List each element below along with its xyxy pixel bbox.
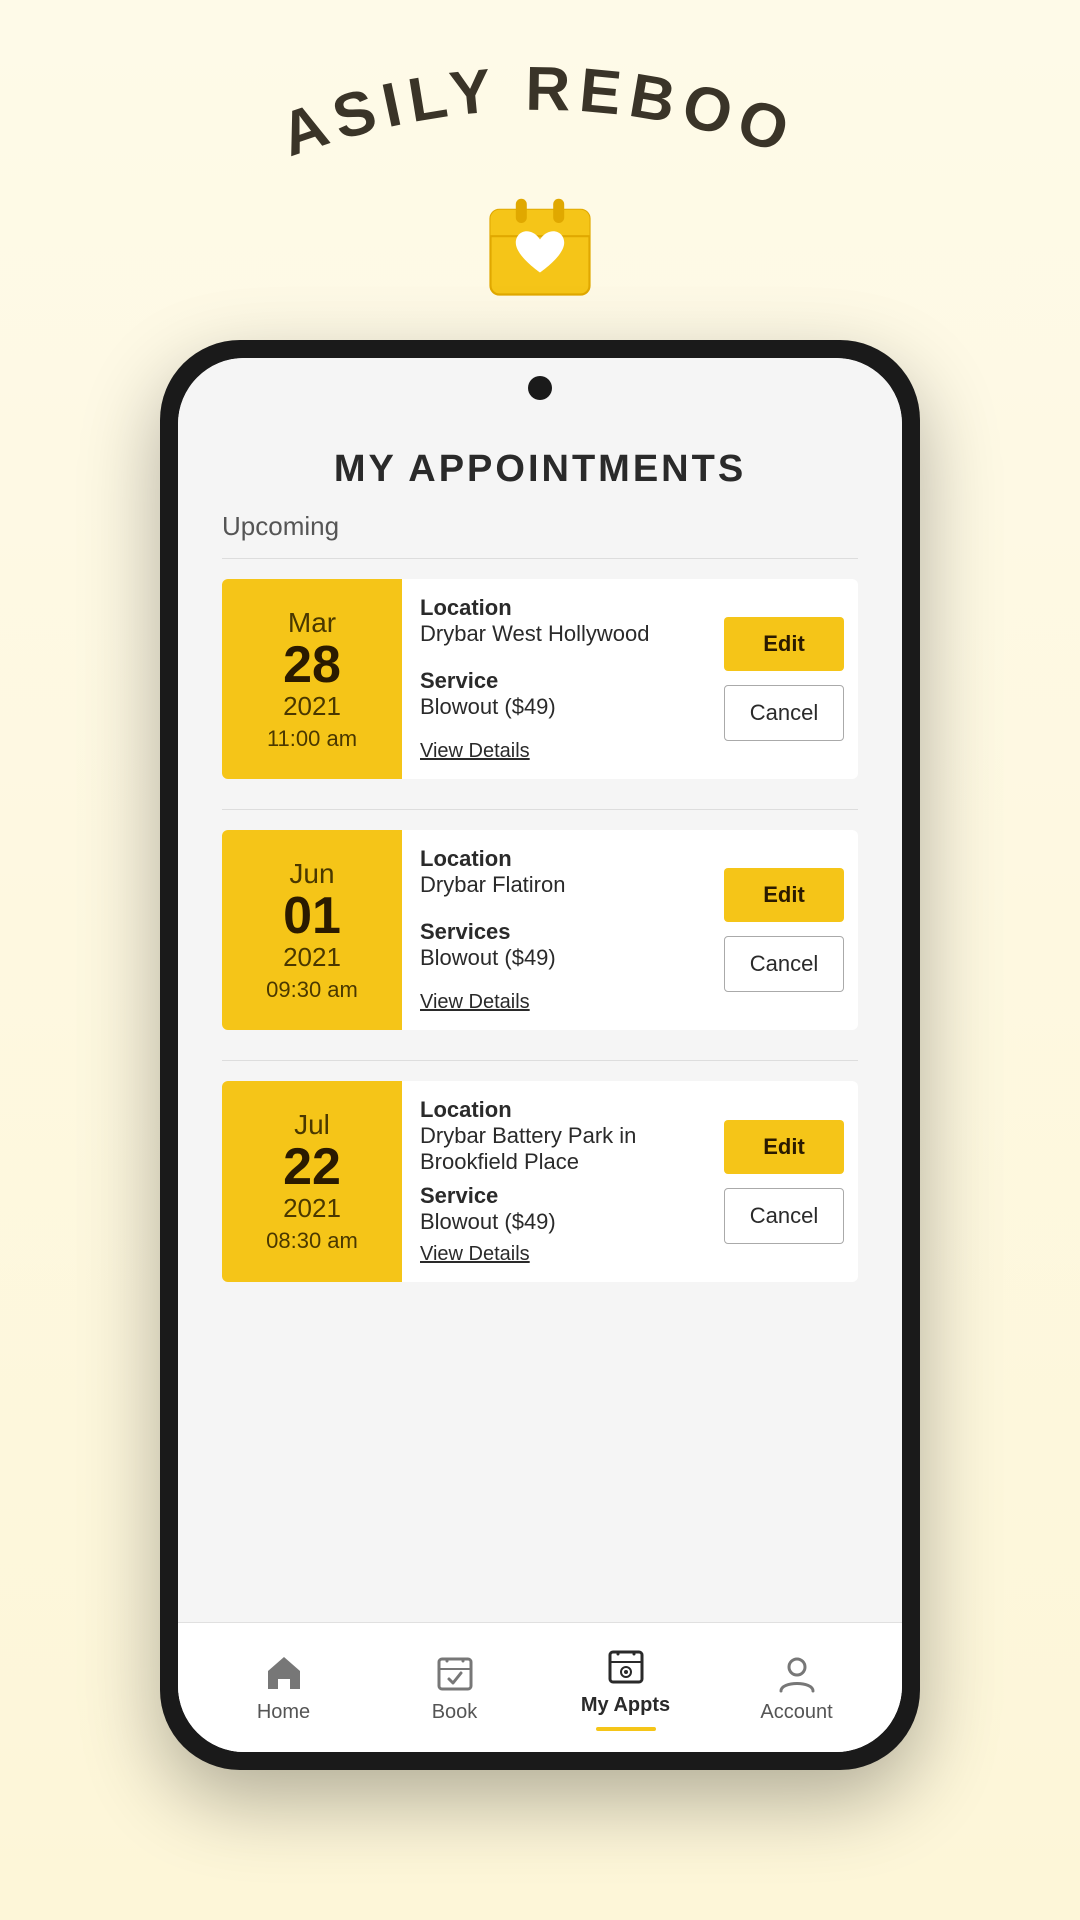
location-row-1: Location Drybar West Hollywood	[420, 595, 692, 647]
calendar-heart-icon	[485, 190, 595, 300]
appointment-card-2: Jun 01 2021 09:30 am Location Drybar Fla…	[222, 830, 858, 1030]
service-value-2: Blowout ($49)	[420, 945, 692, 971]
date-year-2: 2021	[283, 942, 341, 973]
phone-screen: MY APPOINTMENTS Upcoming Mar 28 2021 11:…	[178, 358, 902, 1752]
camera-dot	[528, 376, 552, 400]
phone-frame: MY APPOINTMENTS Upcoming Mar 28 2021 11:…	[160, 340, 920, 1770]
location-label-3: Location	[420, 1097, 692, 1123]
page-title: MY APPOINTMENTS	[222, 418, 858, 511]
location-row-2: Location Drybar Flatiron	[420, 846, 692, 898]
date-day-2: 01	[283, 890, 341, 942]
date-month-3: Jul	[294, 1109, 330, 1141]
promo-area: EASILY REBOOK	[0, 0, 1080, 340]
nav-label-home: Home	[257, 1701, 310, 1724]
appointment-card-3: Jul 22 2021 08:30 am Location Drybar Bat…	[222, 1081, 858, 1282]
nav-label-account: Account	[760, 1701, 832, 1724]
view-details-3[interactable]: View Details	[420, 1243, 530, 1266]
home-icon	[262, 1651, 306, 1695]
appt-info-1: Location Drybar West Hollywood Service B…	[402, 579, 710, 779]
nav-item-myappts[interactable]: My Appts	[540, 1644, 711, 1731]
date-time-2: 09:30 am	[266, 977, 358, 1003]
date-block-2: Jun 01 2021 09:30 am	[222, 830, 402, 1030]
date-time-3: 08:30 am	[266, 1228, 358, 1254]
nav-item-home[interactable]: Home	[198, 1651, 369, 1724]
edit-button-1[interactable]: Edit	[724, 617, 844, 671]
service-label-3: Service	[420, 1183, 692, 1209]
view-details-2[interactable]: View Details	[420, 991, 530, 1014]
book-icon	[433, 1651, 477, 1695]
appt-actions-1: Edit Cancel	[710, 579, 858, 779]
service-block-2: Services Blowout ($49)	[420, 919, 692, 971]
view-details-1[interactable]: View Details	[420, 740, 530, 763]
date-month-1: Mar	[288, 607, 336, 639]
account-icon	[775, 1651, 819, 1695]
location-value-3: Drybar Battery Park in Brookfield Place	[420, 1123, 692, 1175]
location-label-2: Location	[420, 846, 692, 872]
service-block-1: Service Blowout ($49)	[420, 668, 692, 720]
card-bottom-1: Service Blowout ($49)	[420, 668, 692, 720]
date-day-1: 28	[283, 639, 341, 691]
card-bottom-2: Services Blowout ($49)	[420, 919, 692, 971]
date-block-3: Jul 22 2021 08:30 am	[222, 1081, 402, 1282]
divider-2	[222, 809, 858, 810]
service-value-3: Blowout ($49)	[420, 1209, 692, 1235]
svg-text:EASILY REBOOK: EASILY REBOOK	[240, 60, 804, 170]
location-value-2: Drybar Flatiron	[420, 872, 692, 898]
cancel-button-1[interactable]: Cancel	[724, 685, 844, 741]
nav-item-account[interactable]: Account	[711, 1651, 882, 1724]
appt-actions-2: Edit Cancel	[710, 830, 858, 1030]
bottom-nav: Home Book	[178, 1622, 902, 1752]
location-row-3: Location Drybar Battery Park in Brookfie…	[420, 1097, 692, 1175]
appt-actions-3: Edit Cancel	[710, 1081, 858, 1282]
card-bottom-3: Service Blowout ($49)	[420, 1183, 692, 1235]
appointment-card-1: Mar 28 2021 11:00 am Location Drybar Wes…	[222, 579, 858, 779]
nav-item-book[interactable]: Book	[369, 1651, 540, 1724]
cancel-button-2[interactable]: Cancel	[724, 936, 844, 992]
service-value-1: Blowout ($49)	[420, 694, 692, 720]
date-day-3: 22	[283, 1141, 341, 1193]
appt-info-2: Location Drybar Flatiron Services Blowou…	[402, 830, 710, 1030]
service-label-2: Services	[420, 919, 692, 945]
date-month-2: Jun	[289, 858, 334, 890]
screen-scroll[interactable]: MY APPOINTMENTS Upcoming Mar 28 2021 11:…	[178, 418, 902, 1622]
myappts-icon	[604, 1644, 648, 1688]
location-label-1: Location	[420, 595, 692, 621]
nav-label-myappts: My Appts	[581, 1694, 670, 1717]
service-block-3: Service Blowout ($49)	[420, 1183, 692, 1235]
edit-button-2[interactable]: Edit	[724, 868, 844, 922]
phone-notch	[178, 358, 902, 418]
divider-3	[222, 1060, 858, 1061]
section-label: Upcoming	[222, 511, 858, 542]
date-year-3: 2021	[283, 1193, 341, 1224]
date-block-1: Mar 28 2021 11:00 am	[222, 579, 402, 779]
divider-1	[222, 558, 858, 559]
edit-button-3[interactable]: Edit	[724, 1120, 844, 1174]
service-label-1: Service	[420, 668, 692, 694]
date-time-1: 11:00 am	[267, 726, 357, 752]
appt-info-3: Location Drybar Battery Park in Brookfie…	[402, 1081, 710, 1282]
nav-label-book: Book	[432, 1701, 478, 1724]
location-value-1: Drybar West Hollywood	[420, 621, 692, 647]
date-year-1: 2021	[283, 691, 341, 722]
promo-title-arc: EASILY REBOOK	[240, 60, 840, 180]
cancel-button-3[interactable]: Cancel	[724, 1188, 844, 1244]
nav-active-indicator	[596, 1727, 656, 1731]
screen-content: MY APPOINTMENTS Upcoming Mar 28 2021 11:…	[178, 418, 902, 1752]
